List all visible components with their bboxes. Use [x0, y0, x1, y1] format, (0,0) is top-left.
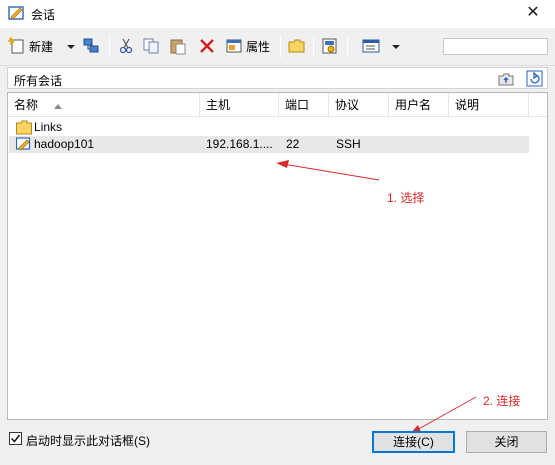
delete-button[interactable]	[198, 35, 216, 57]
row-host: 192.168.1....	[206, 137, 273, 151]
title-bar: 会话 ✕	[0, 0, 555, 28]
column-port-label: 端口	[285, 98, 310, 112]
up-folder-button[interactable]	[498, 70, 515, 87]
column-port[interactable]: 端口	[279, 93, 329, 117]
show-on-startup-label[interactable]: 启动时显示此对话框(S)	[26, 432, 150, 449]
session-path-bar: 所有会话	[7, 67, 548, 89]
folder-icon	[16, 120, 32, 135]
toolbar-separator	[109, 36, 110, 58]
column-name-label: 名称	[14, 98, 39, 112]
path-label: 所有会话	[14, 74, 63, 88]
properties-icon	[226, 39, 242, 53]
chevron-down-icon	[392, 45, 400, 49]
cut-button[interactable]	[117, 35, 135, 57]
list-view-icon	[362, 39, 380, 53]
session-settings-icon	[322, 38, 337, 54]
paste-button[interactable]	[169, 35, 187, 57]
connect-button[interactable]: 连接(C)	[372, 431, 455, 453]
properties-label: 属性	[246, 39, 271, 54]
column-protocol-label: 协议	[335, 98, 360, 112]
view-mode-dropdown[interactable]	[391, 35, 401, 57]
new-dropdown-button[interactable]	[66, 35, 76, 57]
new-session-label: 新建	[29, 39, 54, 54]
row-name: Links	[34, 120, 63, 134]
toolbar: 新建 属性	[0, 28, 555, 66]
copy-button[interactable]	[142, 35, 160, 57]
refresh-icon	[526, 70, 543, 87]
close-button[interactable]: 关闭	[466, 431, 547, 453]
column-name[interactable]: 名称	[8, 93, 200, 117]
row-port: 22	[286, 137, 300, 151]
refresh-button[interactable]	[526, 70, 543, 87]
paste-icon	[170, 39, 186, 55]
search-input[interactable]	[443, 38, 548, 55]
new-icon	[8, 37, 24, 54]
column-description[interactable]: 说明	[449, 93, 529, 117]
session-icon	[15, 137, 32, 152]
copy-icon	[143, 38, 159, 54]
session-list[interactable]: 名称 主机 端口 协议 用户名 说明 Links hadoop101 192.1…	[7, 92, 548, 420]
session-settings-button[interactable]	[321, 35, 339, 57]
window-title: 会话	[31, 8, 56, 22]
folder-icon	[288, 39, 305, 53]
properties-button[interactable]: 属性	[225, 35, 270, 57]
column-header-row: 名称 主机 端口 协议 用户名 说明	[8, 93, 547, 117]
list-item-hadoop101[interactable]: hadoop101 192.168.1.... 22 SSH	[9, 136, 529, 153]
row-protocol: SSH	[336, 137, 361, 151]
session-app-icon	[8, 5, 25, 22]
column-protocol[interactable]: 协议	[329, 93, 389, 117]
delete-x-icon	[200, 39, 214, 53]
annotation-step1: 1. 选择	[387, 191, 425, 205]
toolbar-separator	[313, 36, 314, 58]
close-window-button[interactable]: ✕	[518, 3, 548, 23]
view-mode-button[interactable]	[362, 35, 380, 57]
column-username-label: 用户名	[395, 98, 432, 112]
connect-icon	[83, 38, 99, 53]
sort-up-icon	[54, 104, 62, 109]
new-folder-button[interactable]	[288, 35, 306, 57]
column-host[interactable]: 主机	[200, 93, 279, 117]
new-session-button[interactable]: 新建	[8, 35, 53, 57]
scissors-icon	[119, 38, 133, 54]
column-description-label: 说明	[455, 98, 480, 112]
list-item-links-folder[interactable]: Links	[9, 119, 529, 136]
column-host-label: 主机	[206, 98, 231, 112]
checkmark-icon	[10, 434, 21, 443]
chevron-down-icon	[67, 45, 75, 49]
connect-session-button[interactable]	[82, 35, 100, 57]
toolbar-separator	[347, 36, 348, 58]
row-name: hadoop101	[34, 137, 95, 151]
toolbar-separator	[280, 36, 281, 58]
up-folder-icon	[498, 73, 514, 86]
annotation-step2: 2. 连接	[483, 394, 521, 408]
column-username[interactable]: 用户名	[389, 93, 449, 117]
show-on-startup-checkbox[interactable]	[9, 432, 22, 445]
